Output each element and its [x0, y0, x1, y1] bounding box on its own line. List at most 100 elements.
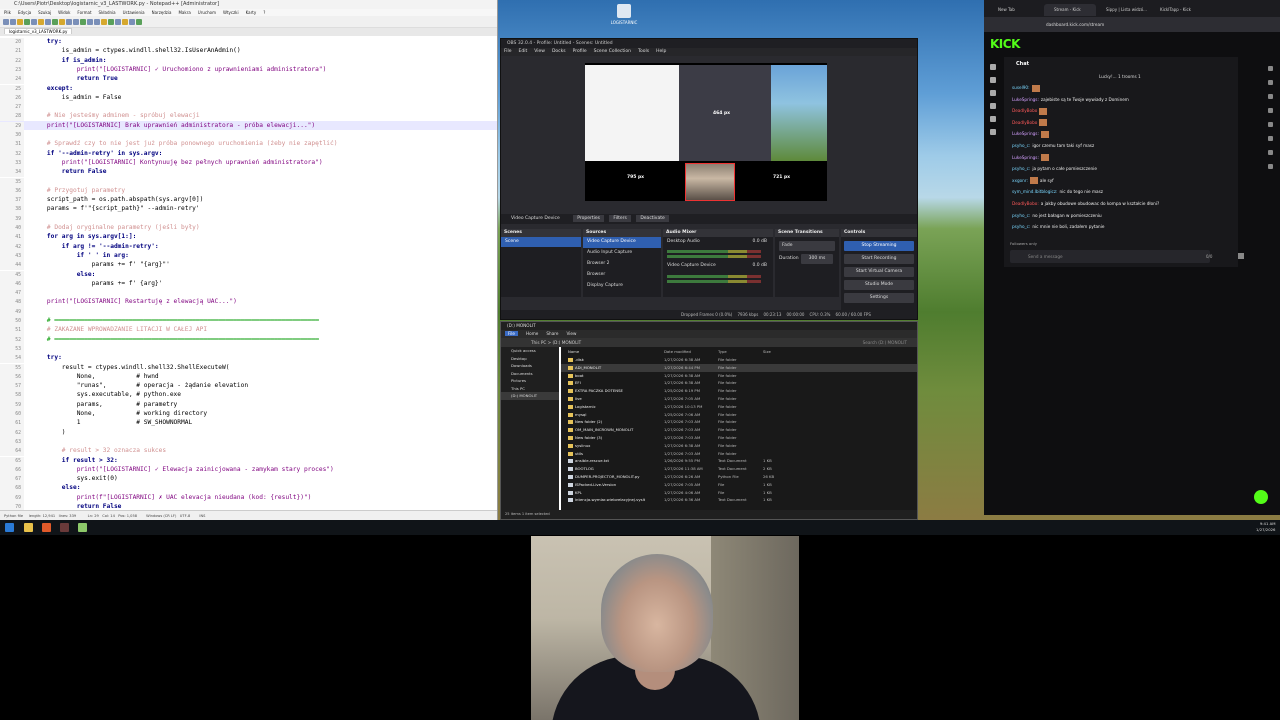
chat-username[interactable]: sym_mind.lbitblogicz:: [1012, 189, 1057, 194]
obs-taskbar-icon[interactable]: [60, 523, 69, 532]
source-item[interactable]: Browser 2: [583, 259, 661, 270]
chat-username[interactable]: psyho_c:: [1012, 143, 1030, 148]
bell-icon[interactable]: [1267, 108, 1273, 113]
tools-icon[interactable]: [990, 129, 996, 135]
settings-button[interactable]: Settings: [844, 293, 914, 303]
source-item[interactable]: Video Capture Device: [583, 237, 661, 248]
code-editor[interactable]: 20 try: 21 is_admin = ctypes.windll.shell…: [0, 37, 497, 510]
nav-item[interactable]: This PC: [501, 385, 559, 393]
source-item[interactable]: Browser: [583, 270, 661, 281]
tray-clock[interactable]: 9:41 AM 1/27/2026: [1256, 521, 1275, 533]
settings-icon[interactable]: [990, 116, 996, 122]
obs-menu-item[interactable]: View: [534, 49, 545, 54]
open-file-icon[interactable]: [10, 18, 16, 25]
users-icon[interactable]: [990, 103, 996, 109]
panel-icon[interactable]: [1267, 80, 1273, 85]
start-icon[interactable]: [5, 523, 14, 532]
explorer-address-bar[interactable]: This PC > (D:) MONOLIT Search (D:) MONOL…: [501, 338, 917, 347]
file-row[interactable]: intencja-wymiar-wielorelacyjnej.vyslt 1/2…: [561, 496, 917, 504]
undo-icon[interactable]: [66, 18, 72, 25]
replace-icon[interactable]: [87, 18, 93, 25]
menu-item[interactable]: Ustawienia: [123, 10, 145, 15]
menu-item[interactable]: Edycja: [18, 10, 31, 15]
zoom-in-icon[interactable]: [94, 18, 100, 25]
go-live-icon[interactable]: [1254, 490, 1268, 504]
nav-item[interactable]: Desktop: [501, 355, 559, 363]
file-row[interactable]: KPL 1/27/2026 4:06 AM File 1 KB: [561, 489, 917, 497]
start-recording-button[interactable]: Start Recording: [844, 254, 914, 264]
col-date[interactable]: Date modified: [664, 347, 691, 356]
studio-mode-button[interactable]: Studio Mode: [844, 280, 914, 290]
chat-username[interactable]: susel90:: [1012, 85, 1030, 90]
run-icon[interactable]: [136, 18, 142, 25]
indent-guide-icon[interactable]: [115, 18, 121, 25]
col-type[interactable]: Type: [718, 347, 727, 356]
menu-item[interactable]: Plik: [4, 10, 11, 15]
send-message-input[interactable]: Send a message: [1010, 250, 1210, 263]
chat-username[interactable]: DeadlyBobo:: [1012, 201, 1039, 206]
menu-item[interactable]: ?: [263, 10, 265, 15]
chat-username[interactable]: LukeSprings:: [1012, 155, 1039, 160]
paste-icon[interactable]: [59, 18, 65, 25]
stop-streaming-button[interactable]: Stop Streaming: [844, 241, 914, 251]
source-item[interactable]: Audio Input Capture: [583, 248, 661, 259]
nav-item[interactable]: Pictures: [501, 377, 559, 385]
ribbon-tab[interactable]: Home: [526, 331, 538, 336]
desktop-audio-fader[interactable]: [667, 255, 761, 258]
properties-button[interactable]: Properties: [573, 215, 604, 222]
chat-username[interactable]: LukeSprings:: [1012, 131, 1039, 136]
chat-username[interactable]: psyho_c:: [1012, 213, 1030, 218]
chat-username[interactable]: LukeSprings:: [1012, 97, 1039, 102]
chat-icon[interactable]: [990, 90, 996, 96]
desktop-shortcut[interactable]: LOGISTARNIC: [610, 4, 638, 25]
deactivate-button[interactable]: Deactivate: [636, 215, 669, 222]
browser-tab[interactable]: KickITapp - Kick: [1150, 4, 1202, 16]
menu-item[interactable]: Składnia: [99, 10, 116, 15]
obs-menu-item[interactable]: Profile: [573, 49, 587, 54]
explorer-search[interactable]: Search (D:) MONOLIT: [863, 338, 907, 347]
wrench-icon[interactable]: [1267, 164, 1273, 169]
virtual-camera-button[interactable]: Start Virtual Camera: [844, 267, 914, 277]
file-row[interactable]: New folder (2) 1/27/2026 7:03 AM File fold…: [561, 418, 917, 426]
duration-input[interactable]: 300 ms: [801, 254, 833, 264]
find-icon[interactable]: [80, 18, 86, 25]
obs-menu-item[interactable]: Tools: [638, 49, 649, 54]
close-icon[interactable]: [31, 18, 37, 25]
print-icon[interactable]: [38, 18, 44, 25]
file-row[interactable]: DUMPER-PROJECTOR_MONOLIT.py 1/27/2026 6:2…: [561, 473, 917, 481]
home-icon[interactable]: [990, 64, 996, 70]
browser-tab[interactable]: Stream - Kick: [1044, 4, 1096, 16]
file-row[interactable]: BOOTLOG 1/27/2026 11:38 AM Text Document 2 …: [561, 465, 917, 473]
browser-taskbar-icon[interactable]: [42, 523, 51, 532]
file-row[interactable]: mysql 1/25/2026 7:06 AM File folder: [561, 411, 917, 419]
chart-icon[interactable]: [1267, 94, 1273, 99]
file-row[interactable]: syslinux 1/27/2026 6:38 AM File folder: [561, 442, 917, 450]
file-row[interactable]: boot 1/27/2026 6:38 AM File folder: [561, 372, 917, 380]
nav-item[interactable]: (D:) MONOLIT: [501, 392, 559, 400]
file-row[interactable]: EFI 1/27/2026 6:38 AM File folder: [561, 379, 917, 387]
obs-menu-item[interactable]: Scene Collection: [594, 49, 631, 54]
new-file-icon[interactable]: [3, 18, 9, 25]
col-size[interactable]: Size: [763, 347, 771, 356]
nav-item[interactable]: Downloads: [501, 362, 559, 370]
browser-tab[interactable]: New Tab: [988, 4, 1040, 16]
macro-record-icon[interactable]: [122, 18, 128, 25]
menu-item[interactable]: Narzędzia: [152, 10, 172, 15]
chat-username[interactable]: psyho_c:: [1012, 166, 1030, 171]
link-icon[interactable]: [1267, 122, 1273, 127]
nav-item[interactable]: Documents: [501, 370, 559, 378]
address-bar[interactable]: dashboard.kick.com/stream: [984, 17, 1280, 32]
menu-item[interactable]: Szukaj: [38, 10, 51, 15]
chat-username[interactable]: DeadlyBobo: [1012, 108, 1037, 113]
col-name[interactable]: Name: [568, 347, 579, 356]
menu-item[interactable]: Widok: [58, 10, 70, 15]
chat-settings-icon[interactable]: [1238, 253, 1244, 259]
file-row[interactable]: ansible-rescue.txt 1/26/2026 9:55 PM Text …: [561, 457, 917, 465]
file-row[interactable]: .disk 1/27/2026 6:38 AM File folder: [561, 356, 917, 364]
redo-icon[interactable]: [73, 18, 79, 25]
chat-username[interactable]: xxgonr:: [1012, 178, 1028, 183]
preview-webcam-source[interactable]: [685, 163, 735, 201]
menu-item[interactable]: Format: [77, 10, 91, 15]
chat-username[interactable]: DeadlyBobo: [1012, 120, 1037, 125]
browser-tab[interactable]: Sippy | Lista widzó...: [1096, 4, 1148, 16]
